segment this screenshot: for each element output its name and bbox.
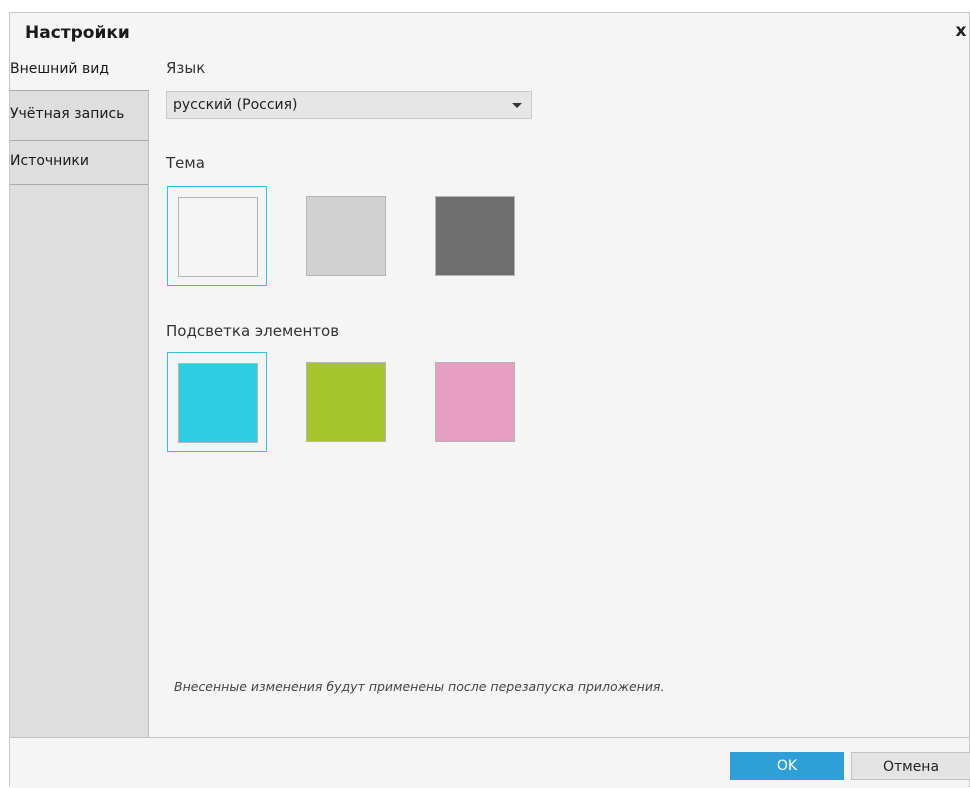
theme-swatch-dark[interactable] (425, 186, 525, 286)
sidebar-item-sources[interactable]: Источники (10, 141, 148, 185)
highlight-swatch-fill (435, 362, 515, 442)
theme-swatch-fill (306, 196, 386, 276)
ok-button[interactable]: OK (730, 752, 844, 780)
sidebar: Внешний вид Учётная запись Источники (10, 53, 149, 737)
language-select[interactable]: русский (Россия) (166, 91, 532, 119)
highlight-swatch-fill (178, 363, 258, 443)
highlight-swatch-cyan[interactable] (167, 352, 267, 452)
sidebar-item-appearance[interactable]: Внешний вид (10, 53, 149, 91)
titlebar: Настройки x (10, 13, 969, 53)
settings-dialog: Настройки x Внешний вид Учётная запись И… (9, 12, 970, 788)
dialog-footer: OK Отмена (10, 737, 970, 788)
language-select-value: русский (Россия) (173, 97, 298, 113)
sidebar-item-label: Учётная запись (10, 106, 125, 122)
highlight-swatch-green[interactable] (296, 352, 396, 452)
sidebar-item-label: Источники (10, 153, 89, 169)
chevron-down-icon (512, 103, 522, 108)
highlight-swatch-pink[interactable] (425, 352, 525, 452)
highlight-label: Подсветка элементов (166, 322, 340, 340)
cancel-button[interactable]: Отмена (851, 752, 970, 780)
theme-swatch-fill (178, 197, 258, 277)
dialog-title: Настройки (25, 23, 130, 43)
theme-swatch-gray[interactable] (296, 186, 396, 286)
theme-swatch-light[interactable] (167, 186, 267, 286)
theme-label: Тема (166, 154, 205, 172)
restart-note: Внесенные изменения будут применены посл… (174, 679, 665, 694)
appearance-panel: Язык русский (Россия) Тема Подсветка эле… (150, 53, 970, 737)
sidebar-item-label: Внешний вид (10, 61, 110, 77)
close-icon[interactable]: x (953, 21, 969, 41)
language-label: Язык (166, 59, 206, 77)
sidebar-item-account[interactable]: Учётная запись (10, 91, 148, 141)
highlight-swatch-fill (306, 362, 386, 442)
theme-swatch-fill (435, 196, 515, 276)
